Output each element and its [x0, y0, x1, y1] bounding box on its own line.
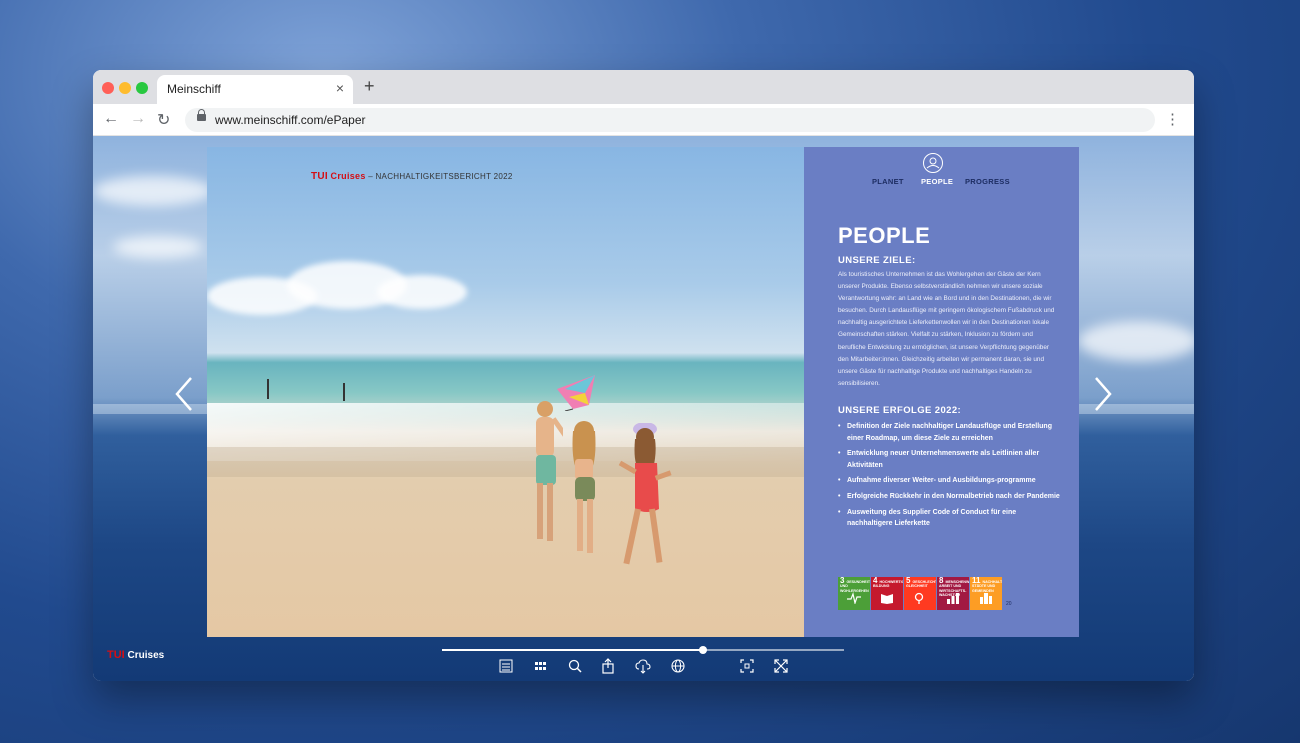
tab-close-icon[interactable]: × [336, 80, 344, 96]
back-button[interactable]: ← [103, 110, 119, 128]
beach-pole [343, 383, 345, 401]
tab-title: Meinschiff [167, 82, 221, 96]
list-item: Ausweitung des Supplier Code of Conduct … [838, 507, 1060, 530]
background-cloud [1078, 321, 1194, 361]
successes-list: Definition der Ziele nachhaltiger Landau… [838, 421, 1060, 534]
thumbnails-grid-icon[interactable] [532, 658, 548, 674]
nav-planet-link[interactable]: PLANET [872, 177, 904, 186]
minimize-window-button[interactable] [119, 82, 131, 94]
browser-toolbar: ← → ↻ www.meinschiff.com/ePaper ⋮ [93, 104, 1194, 136]
sdg-3-icon: 3 GESUNDHEIT UND WOHLERGEHEN [838, 577, 870, 610]
browser-menu-icon[interactable]: ⋮ [1165, 110, 1180, 128]
new-tab-button[interactable]: + [364, 76, 375, 97]
tui-logo-icon: TUI [311, 171, 329, 182]
table-of-contents-icon[interactable] [498, 658, 514, 674]
nav-people-link[interactable]: PEOPLE [921, 177, 953, 186]
tab-bar: Meinschiff × + [93, 70, 1194, 104]
list-item: Erfolgreiche Rückkehr in den Normalbetri… [838, 491, 1060, 503]
tui-cruises-logo: TUI Cruises [107, 649, 165, 661]
goals-heading: UNSERE ZIELE: [838, 255, 916, 266]
list-item: Definition der Ziele nachhaltiger Landau… [838, 421, 1060, 444]
page-left-beach-photo: TUI Cruises – NACHHALTIGKEITSBERICHT 202… [207, 147, 804, 637]
background-cloud [93, 176, 213, 206]
lock-icon [197, 109, 206, 121]
language-globe-icon[interactable] [670, 658, 686, 674]
progress-fill [442, 649, 704, 651]
sdg-5-icon: 5GESCHLECHTER-GLEICHHEIT [904, 577, 936, 610]
beach-pole [267, 379, 269, 399]
successes-heading: UNSERE ERFOLGE 2022: [838, 405, 962, 416]
forward-button[interactable]: → [130, 110, 146, 128]
next-page-arrow-icon[interactable] [1090, 374, 1116, 414]
fullscreen-icon[interactable] [773, 658, 789, 674]
page-right-people: PLANET PEOPLE PROGRESS PEOPLE UNSERE ZIE… [804, 147, 1079, 637]
epaper-viewer: TUI Cruises – NACHHALTIGKEITSBERICHT 202… [93, 136, 1194, 681]
sdg-11-icon: 11NACHHALTIGE STÄDTE UND GEMEINDEN [970, 577, 1002, 610]
maximize-window-button[interactable] [136, 82, 148, 94]
search-icon[interactable] [567, 658, 583, 674]
goals-text: Als touristisches Unternehmen ist das Wo… [838, 271, 1055, 387]
browser-tab[interactable]: Meinschiff × [157, 75, 353, 104]
sdg-8-icon: 8MENSCHENWÜRDIGE ARBEIT UND WIRTSCHAFTS-… [937, 577, 969, 610]
previous-page-arrow-icon[interactable] [171, 374, 197, 414]
page-number: 20 [1006, 601, 1012, 607]
photo-clouds [207, 255, 477, 325]
page-title: PEOPLE [838, 223, 931, 248]
fit-page-icon[interactable] [739, 658, 755, 674]
child-girl-cap-figure [618, 423, 672, 565]
sdg-4-icon: 4HOCHWERTIGE BILDUNG [871, 577, 903, 610]
list-item: Entwicklung neuer Unternehmenswerte als … [838, 448, 1060, 471]
background-cloud [113, 236, 203, 258]
download-icon[interactable] [635, 658, 651, 674]
progress-thumb[interactable] [699, 646, 708, 654]
photo-wet-sand [207, 447, 804, 477]
reload-button[interactable]: ↻ [157, 110, 170, 130]
nav-progress-link[interactable]: PROGRESS [965, 177, 1010, 186]
people-section-icon [923, 153, 943, 173]
share-icon[interactable] [600, 658, 616, 674]
close-window-button[interactable] [102, 82, 114, 94]
list-item: Aufnahme diverser Weiter- und Ausbildung… [838, 475, 1060, 487]
child-girl-figure [572, 421, 596, 553]
url-text: www.meinschiff.com/ePaper [215, 113, 366, 127]
address-bar[interactable]: www.meinschiff.com/ePaper [185, 108, 1155, 132]
page-progress-slider[interactable] [442, 646, 844, 654]
browser-window: Meinschiff × + ← → ↻ www.meinschiff.com/… [93, 70, 1194, 681]
child-boy-figure [536, 401, 563, 541]
report-subtitle: – NACHHALTIGKEITSBERICHT 2022 [368, 172, 513, 181]
report-header: TUI Cruises – NACHHALTIGKEITSBERICHT 202… [311, 171, 513, 182]
